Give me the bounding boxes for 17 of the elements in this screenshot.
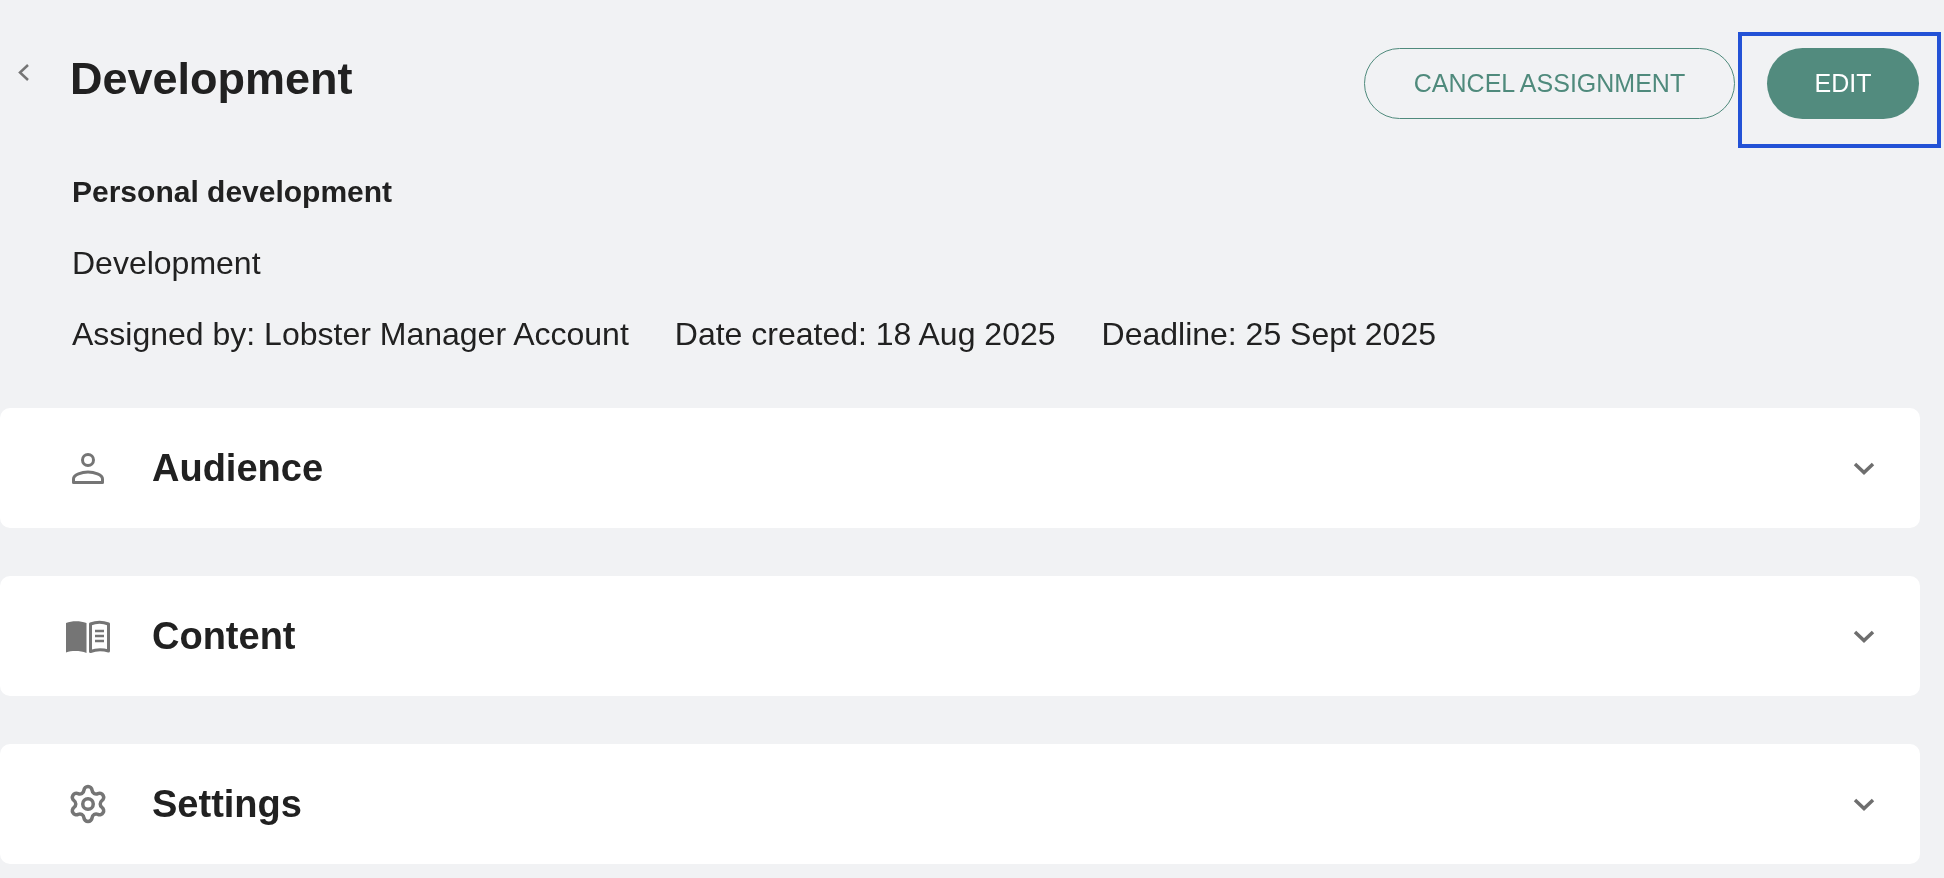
section-title: Content — [152, 613, 296, 659]
section-card[interactable]: Audience — [0, 408, 1920, 528]
section-title: Audience — [152, 445, 324, 491]
chevron-left-icon — [17, 63, 30, 82]
assignment-name: Development — [72, 245, 261, 281]
meta-text: Deadline: 25 Sept 2025 — [1101, 316, 1436, 352]
section-card[interactable]: Content — [0, 576, 1920, 696]
section-title: Settings — [152, 781, 302, 827]
back-button[interactable] — [17, 63, 30, 82]
meta-text: Date created: 18 Aug 2025 — [674, 316, 1056, 352]
person-icon — [72, 452, 104, 484]
meta-text: Assigned by: Lobster Manager Account — [72, 316, 629, 352]
page-title: Development — [70, 53, 353, 105]
category-label: Personal development — [72, 174, 393, 210]
edit-button[interactable]: EDIT — [1767, 48, 1919, 119]
section-card[interactable]: Settings — [0, 744, 1920, 864]
book-icon — [66, 619, 110, 653]
